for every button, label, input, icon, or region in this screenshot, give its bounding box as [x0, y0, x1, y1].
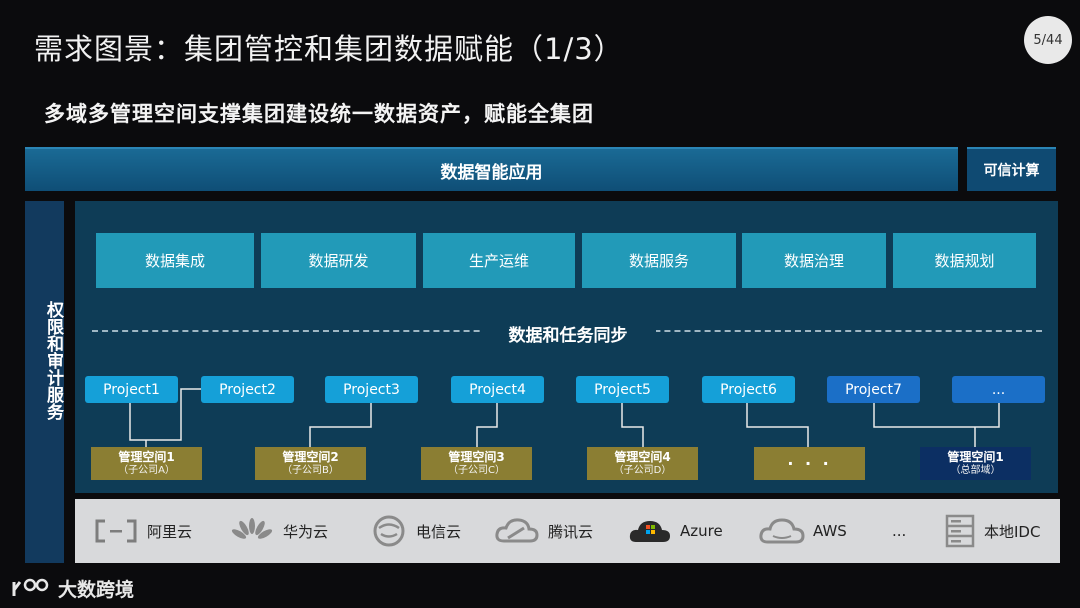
management-space: 管理空间2 （子公司B） [255, 447, 366, 480]
more-dots: · · · [787, 453, 832, 473]
project-card: Project5 [576, 376, 669, 403]
cloud-local-idc: 本地IDC [944, 510, 1040, 552]
brand-name: 大数跨境 [58, 578, 135, 601]
cloud-label: 电信云 [416, 522, 462, 541]
project-card: Project2 [201, 376, 294, 403]
cloud-azure: Azure [628, 510, 723, 552]
management-space-more: · · · [754, 447, 865, 480]
cloud-more: ... [892, 510, 906, 552]
cloud-aliyun: 阿里云 [93, 510, 192, 552]
management-space: 管理空间3 （子公司C） [421, 447, 532, 480]
management-space: 管理空间4 （子公司D） [587, 447, 698, 480]
management-space-sub: （子公司B） [282, 465, 339, 476]
cloud-aws: AWS [759, 510, 847, 552]
brand-logo: 大数跨境 [10, 574, 134, 602]
cloud-label: 阿里云 [147, 522, 193, 541]
cloud-telecom: 电信云 [370, 510, 461, 552]
aliyun-icon [95, 519, 137, 543]
management-space-sub: （子公司D） [613, 465, 672, 476]
cloud-label: Azure [680, 522, 723, 540]
management-space-sub: （总部域） [950, 465, 1001, 476]
management-space-name: 管理空间1 [947, 450, 1004, 464]
management-space-hq: 管理空间1 （总部域） [920, 447, 1031, 480]
project-card: Project6 [702, 376, 795, 403]
management-space-name: 管理空间2 [282, 450, 339, 464]
management-space-sub: （子公司C） [448, 465, 505, 476]
cloud-label: 本地IDC [984, 522, 1041, 541]
azure-icon [629, 521, 670, 542]
project-card: Project1 [85, 376, 178, 403]
management-space-name: 管理空间3 [448, 450, 505, 464]
huawei-icon [231, 518, 273, 539]
project-card: Project3 [325, 376, 418, 403]
server-rack-icon [945, 514, 975, 548]
tencent-cloud-icon [495, 518, 539, 543]
management-space-name: 管理空间4 [614, 450, 671, 464]
cloud-label: 华为云 [283, 522, 329, 541]
management-space-sub: （子公司A） [118, 465, 175, 476]
cloud-tencent: 腾讯云 [494, 510, 593, 552]
cloud-label: ... [892, 522, 907, 540]
brand-mark-icon [12, 578, 49, 596]
cloud-huawei: 华为云 [229, 510, 328, 552]
cloud-label: AWS [813, 522, 847, 540]
telecom-icon [373, 515, 405, 547]
project-card: Project7 [827, 376, 920, 403]
cloud-label: 腾讯云 [548, 522, 594, 541]
aws-icon [759, 518, 805, 544]
project-card: ... [952, 376, 1045, 403]
management-space: 管理空间1 （子公司A） [91, 447, 202, 480]
project-card: Project4 [451, 376, 544, 403]
management-space-name: 管理空间1 [118, 450, 175, 464]
